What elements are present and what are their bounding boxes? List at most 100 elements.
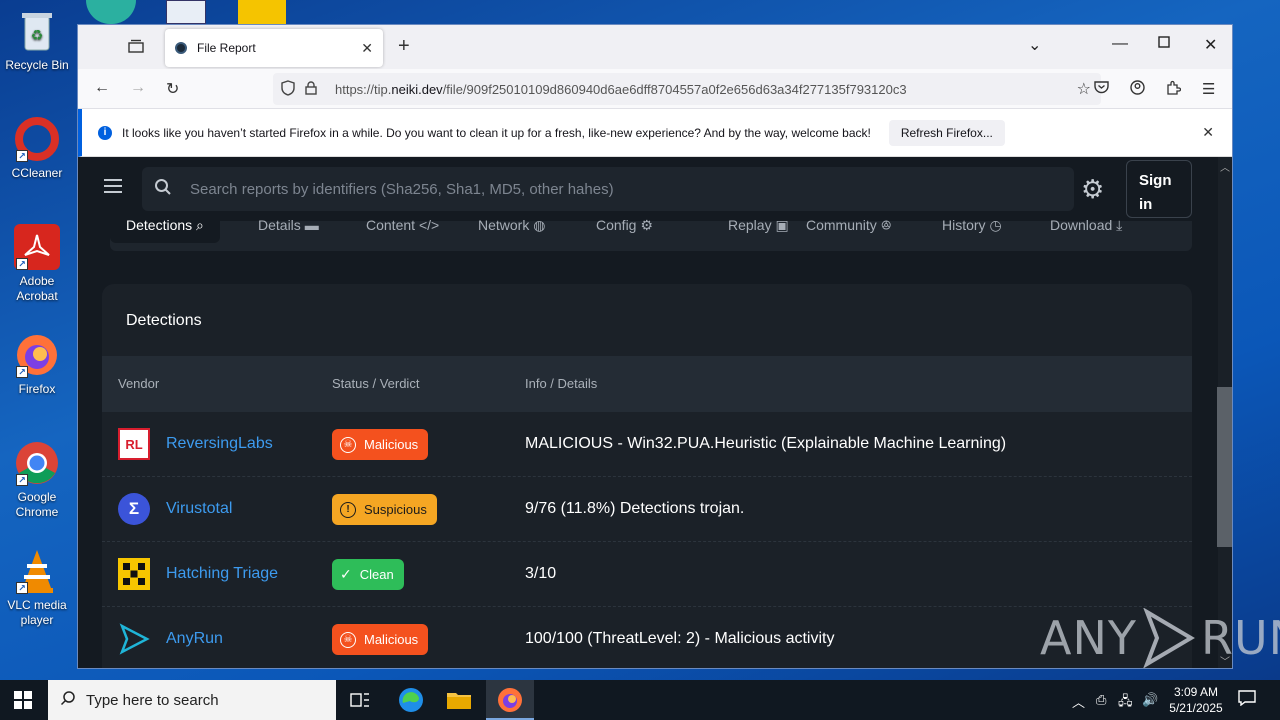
desktop-icon-label: Recycle Bin <box>5 58 69 72</box>
action-center-icon[interactable] <box>1238 690 1256 711</box>
new-tab-button[interactable]: + <box>398 35 410 58</box>
tab-details[interactable]: Details ▬ <box>258 218 319 251</box>
tab-content[interactable]: Content </> <box>366 218 439 251</box>
forward-arrow-icon[interactable]: → <box>130 79 146 97</box>
gear-icon[interactable]: ⚙ <box>1081 174 1104 205</box>
show-hidden-icons-chevron-icon[interactable]: ︿ <box>1072 692 1085 711</box>
minimize-button[interactable]: — <box>1112 35 1128 53</box>
column-header-info: Info / Details <box>525 376 598 391</box>
table-row: AnyRun ☠ Malicious 100/100 (ThreatLevel:… <box>102 607 1192 668</box>
tab-detections[interactable]: Detections ⌕ <box>110 218 220 243</box>
search-icon <box>154 178 172 201</box>
report-search-input[interactable]: Search reports by identifiers (Sha256, S… <box>142 167 1074 211</box>
account-icon[interactable] <box>1130 80 1145 99</box>
app-header: Search reports by identifiers (Sha256, S… <box>78 157 1218 221</box>
maximize-button[interactable] <box>1158 35 1170 53</box>
windows-start-icon[interactable] <box>14 691 32 709</box>
bookmark-star-icon[interactable]: ☆ <box>1077 79 1091 99</box>
tab-config[interactable]: Config ⚙ <box>596 218 653 251</box>
tab-label: Download <box>1050 217 1113 233</box>
detection-info: 100/100 (ThreatLevel: 2) - Malicious act… <box>525 630 835 647</box>
device-icon[interactable]: ⎙ <box>1096 692 1106 708</box>
list-all-tabs-icon[interactable]: ⌄ <box>1028 35 1041 55</box>
edge-icon[interactable] <box>397 686 425 714</box>
detection-info: 3/10 <box>525 565 557 582</box>
download-icon: ⤓ <box>1116 217 1123 233</box>
url-text: https://tip.neiki.dev/file/909f25010109d… <box>335 81 907 97</box>
play-icon <box>1143 608 1195 668</box>
skull-icon: ☠ <box>340 631 356 648</box>
desktop-icon-label: CCleaner <box>11 166 63 180</box>
virustotal-logo-icon: Σ <box>118 493 150 525</box>
desktop-icon-ccleaner[interactable]: ↗ CCleaner <box>4 116 70 181</box>
refresh-firefox-button[interactable]: Refresh Firefox... <box>888 119 1005 146</box>
vendor-link[interactable]: AnyRun <box>166 630 223 648</box>
taskbar-search-input[interactable]: Type here to search <box>48 680 336 720</box>
tab-label: Content <box>366 217 416 233</box>
vendor-link[interactable]: ReversingLabs <box>166 435 273 453</box>
taskbar: Type here to search ︿ ⎙ 🖧 🔊 3:09 AM 5/21… <box>0 680 1280 720</box>
desktop-icon-chrome[interactable]: ↗ Google Chrome <box>4 440 70 520</box>
tab-download[interactable]: Download ⤓ <box>1050 218 1122 251</box>
tab-file-report[interactable]: File Report ✕ <box>165 29 383 67</box>
page-scrollbar-thumb[interactable] <box>1217 387 1232 547</box>
tab-label: Network <box>478 217 530 233</box>
chrome-icon: ↗ <box>14 440 60 486</box>
shield-icon[interactable] <box>281 79 295 99</box>
close-window-button[interactable]: ✕ <box>1204 35 1217 55</box>
panel-title: Detections <box>126 312 202 329</box>
watermark-text: RUN <box>1200 611 1280 665</box>
firefox-icon: ↗ <box>14 332 60 378</box>
search-icon: ⌕ <box>196 217 204 233</box>
report-tabs: Detections ⌕ Details ▬ Content </> Netwo… <box>110 218 1192 251</box>
tab-replay[interactable]: Replay ▣ <box>728 218 789 251</box>
tab-community[interactable]: Community ꔮ <box>806 218 892 251</box>
table-row: Σ Virustotal ! Suspicious 9/76 (11.8%) D… <box>102 477 1192 542</box>
network-icon[interactable]: 🖧 <box>1118 692 1133 714</box>
pocket-icon[interactable] <box>1094 80 1109 98</box>
task-view-icon[interactable] <box>346 686 374 714</box>
logo-text: Σ <box>128 499 140 518</box>
desktop-icon-recycle-bin[interactable]: ♻ Recycle Bin <box>4 8 70 73</box>
tab-label: Replay <box>728 217 772 233</box>
status-badge: ☠ Malicious <box>332 429 429 460</box>
vendor-link[interactable]: Hatching Triage <box>166 565 278 583</box>
file-explorer-icon[interactable] <box>445 686 473 714</box>
address-bar[interactable]: https://tip.neiki.dev/file/909f25010109d… <box>273 73 1101 105</box>
info-icon: i <box>98 125 112 140</box>
close-notification-icon[interactable]: ✕ <box>1202 124 1214 141</box>
desktop-icon-firefox[interactable]: ↗ Firefox <box>4 332 70 397</box>
desktop-icon-label: Firefox <box>18 382 56 396</box>
menu-icon[interactable]: ☰ <box>1202 80 1215 98</box>
vlc-icon: ↗ <box>14 548 60 594</box>
tab-label: Details <box>258 217 301 233</box>
desktop-icon-label: Adobe Acrobat <box>16 274 58 303</box>
tab-label: History <box>942 217 986 233</box>
tab-network[interactable]: Network ◍ <box>478 218 545 251</box>
taskbar-clock[interactable]: 3:09 AM 5/21/2025 <box>1168 684 1224 716</box>
back-arrow-icon[interactable]: ← <box>94 79 110 97</box>
tab-history[interactable]: History ◷ <box>942 218 1002 251</box>
volume-icon[interactable]: 🔊 <box>1142 692 1158 708</box>
sign-in-button[interactable]: Sign in <box>1126 160 1192 218</box>
scroll-up-icon[interactable]: ︿ <box>1220 159 1230 174</box>
desktop-icon-acrobat[interactable]: ↗ Adobe Acrobat <box>4 224 70 304</box>
lock-icon[interactable] <box>305 80 317 98</box>
vendor-link[interactable]: Virustotal <box>166 500 232 518</box>
tab-title: File Report <box>197 41 256 55</box>
warning-icon: ! <box>340 501 356 518</box>
firefox-view-button[interactable] <box>128 39 146 55</box>
navigation-bar: ← → ↻ https://tip.neiki.dev/file/909f250… <box>78 69 1232 109</box>
detection-info: MALICIOUS - Win32.PUA.Heuristic (Explain… <box>525 435 1007 452</box>
reload-icon[interactable]: ↻ <box>166 79 179 99</box>
search-placeholder: Search reports by identifiers (Sha256, S… <box>190 180 614 198</box>
desktop-icon-vlc[interactable]: ↗ VLC media player <box>4 548 70 628</box>
firefox-notification-bar: i It looks like you haven’t started Fire… <box>78 109 1232 157</box>
table-row: Hatching Triage ✓ Clean 3/10 <box>102 542 1192 607</box>
column-header-verdict: Status / Verdict <box>332 376 420 391</box>
close-tab-icon[interactable]: ✕ <box>361 40 373 57</box>
extensions-icon[interactable] <box>1166 80 1182 99</box>
recycle-bin-icon: ♻ <box>14 8 60 54</box>
config-icon: ⚙ <box>640 217 653 233</box>
hamburger-menu-icon[interactable] <box>104 179 122 197</box>
